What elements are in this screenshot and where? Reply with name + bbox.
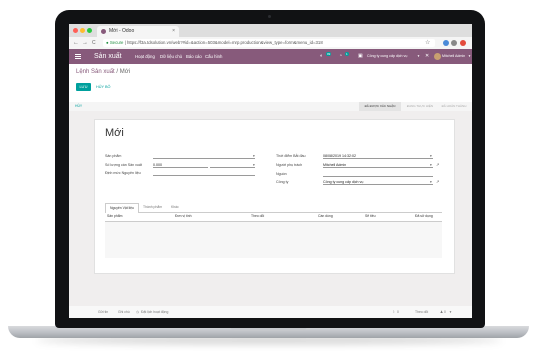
menu-cau-hinh[interactable]: Cấu hình xyxy=(205,49,222,64)
user-menu[interactable]: Mitchell Admin xyxy=(442,49,465,64)
app-title[interactable]: Sản xuất xyxy=(94,49,122,64)
company-switcher[interactable]: Công ty cung cấp dịch vụ xyxy=(367,49,407,64)
extension-icon[interactable] xyxy=(460,40,466,46)
table-body xyxy=(105,222,442,258)
stage-done[interactable]: ĐÃ HOÀN THÀNH xyxy=(437,102,471,111)
discard-button[interactable]: HỦY BỎ xyxy=(93,83,114,91)
save-button[interactable]: LƯU xyxy=(76,83,91,91)
cancel-action-button[interactable]: HỦY xyxy=(75,102,82,111)
quantity-underline xyxy=(153,167,208,168)
extension-icon[interactable] xyxy=(451,40,457,46)
window-minimize-dot[interactable] xyxy=(80,28,85,33)
company-building-icon: ▣ xyxy=(358,53,363,59)
start-date-underline xyxy=(323,158,433,159)
label-quantity: Số lượng cần Sản xuất xyxy=(105,163,142,167)
company-underline xyxy=(323,184,433,185)
send-message-button[interactable]: Gửi tin xyxy=(98,306,108,318)
follow-button[interactable]: Theo dõi xyxy=(415,306,428,318)
column-uom[interactable]: Đơn vị tính xyxy=(175,214,192,218)
chat-icon[interactable]: ◐ xyxy=(320,53,323,59)
stage-in-progress[interactable]: ĐANG THỰC HIỆN xyxy=(403,102,437,111)
schedule-activity-button[interactable]: Đặt lịch hoạt động xyxy=(141,306,168,318)
chatter: Gửi tin Ghi chú ◷ Đặt lịch hoạt động ⌇ 0… xyxy=(69,306,472,318)
activity-count-badge: 1 xyxy=(345,52,349,56)
chat-count-badge: 99 xyxy=(326,52,332,56)
stage-confirmed[interactable]: ĐÃ ĐƯỢC XÁC NHẬN xyxy=(359,102,401,111)
column-product[interactable]: Sản phẩm xyxy=(107,214,122,218)
label-product: Sản phẩm xyxy=(105,154,122,158)
menu-hoat-dong[interactable]: Hoạt động xyxy=(135,49,155,64)
column-to-consume[interactable]: Cần dùng xyxy=(318,214,333,218)
url-text: https://f3a.tdsolution.vn/web?#id=&actio… xyxy=(126,40,323,45)
column-tracking[interactable]: Theo dõi xyxy=(251,214,264,218)
lock-icon: ● xyxy=(106,40,109,45)
extension-icon[interactable] xyxy=(443,40,449,46)
forward-icon[interactable]: → xyxy=(82,39,88,47)
label-bom: Định mức Nguyên liệu xyxy=(105,171,141,175)
responsible-underline xyxy=(323,167,433,168)
tab-close-icon[interactable]: × xyxy=(172,26,175,37)
bom-underline xyxy=(153,175,255,176)
external-link-icon[interactable]: ↗ xyxy=(436,162,439,167)
secure-label: Secure xyxy=(109,40,124,45)
chevron-down-icon: ▼ xyxy=(417,54,420,58)
breadcrumb-current: Mới xyxy=(119,69,130,75)
avatar[interactable] xyxy=(434,53,441,60)
table-header: Sản phẩm Đơn vị tính Theo dõi Cần dùng S… xyxy=(105,214,442,222)
paperclip-icon[interactable]: ⌇ xyxy=(393,306,395,318)
breadcrumb-parent[interactable]: Lệnh Sản xuất xyxy=(76,69,115,75)
browser-tab[interactable]: Mới - Odoo × xyxy=(97,26,179,37)
tab-other[interactable]: Khác xyxy=(171,203,179,212)
camera xyxy=(268,15,271,18)
clock-icon: ◷ xyxy=(136,310,139,314)
chevron-down-icon[interactable]: ▾ xyxy=(430,154,432,158)
screen: Mới - Odoo × ← → C ● Secure | https://f3… xyxy=(69,24,472,318)
source-underline xyxy=(323,176,433,177)
label-responsible: Người phụ trách xyxy=(276,163,303,167)
close-x-icon[interactable]: ✕ xyxy=(425,49,429,64)
chevron-down-icon[interactable]: ▾ xyxy=(253,154,255,158)
activity-icon[interactable]: ◔ xyxy=(339,53,342,59)
odoo-favicon-icon xyxy=(101,29,106,34)
column-reserved[interactable]: Sẽ tiêu xyxy=(365,214,376,218)
followers-count: 0 xyxy=(444,310,446,314)
attachment-count: 0 xyxy=(397,310,399,314)
tab-finished-products[interactable]: Thành phẩm xyxy=(143,203,162,212)
uom-underline[interactable] xyxy=(210,167,255,168)
back-icon[interactable]: ← xyxy=(73,39,79,47)
external-link-icon[interactable]: ↗ xyxy=(436,179,439,184)
form-title: Mới xyxy=(105,127,124,139)
chevron-down-icon[interactable]: ▾ xyxy=(430,180,432,184)
url-input[interactable]: ● Secure | https://f3a.tdsolution.vn/web… xyxy=(103,39,435,47)
tab-materials[interactable]: Nguyên Vật liệu xyxy=(105,203,139,213)
menu-bao-cao[interactable]: Báo cáo xyxy=(186,49,202,64)
odoo-navbar: Sản xuất Hoạt động Dữ liệu chủ Báo cáo C… xyxy=(69,49,472,64)
chevron-down-icon: ▼ xyxy=(468,54,471,58)
window-maximize-dot[interactable] xyxy=(87,28,92,33)
window-close-dot[interactable] xyxy=(73,28,78,33)
menu-du-lieu-chu[interactable]: Dữ liệu chủ xyxy=(160,49,182,64)
label-source: Nguồn xyxy=(276,172,287,176)
chevron-down-icon[interactable]: ▾ xyxy=(253,163,255,167)
log-note-button[interactable]: Ghi chú xyxy=(118,306,130,318)
bookmark-star-icon[interactable]: ☆ xyxy=(425,39,430,47)
browser-tabstrip: Mới - Odoo × xyxy=(69,24,472,37)
control-panel: Lệnh Sản xuất / Mới LƯU HỦY BỎ xyxy=(69,64,472,103)
breadcrumb: Lệnh Sản xuất / Mới xyxy=(76,69,130,75)
chevron-down-icon: ▼ xyxy=(449,310,452,314)
label-start-date: Thời điểm Bắt đầu xyxy=(276,154,306,158)
tab-title: Mới - Odoo xyxy=(109,28,135,34)
reload-icon[interactable]: C xyxy=(92,39,96,47)
column-consumed[interactable]: Đã sử dụng xyxy=(415,214,433,218)
followers-icon[interactable]: ♟ xyxy=(440,306,443,318)
notebook-tabs: Nguyên Vật liệu Thành phẩm Khác xyxy=(105,203,442,213)
product-underline xyxy=(153,158,255,159)
label-company: Công ty xyxy=(276,180,289,184)
chevron-down-icon[interactable]: ▾ xyxy=(430,163,432,167)
apps-menu-icon[interactable] xyxy=(75,54,81,59)
